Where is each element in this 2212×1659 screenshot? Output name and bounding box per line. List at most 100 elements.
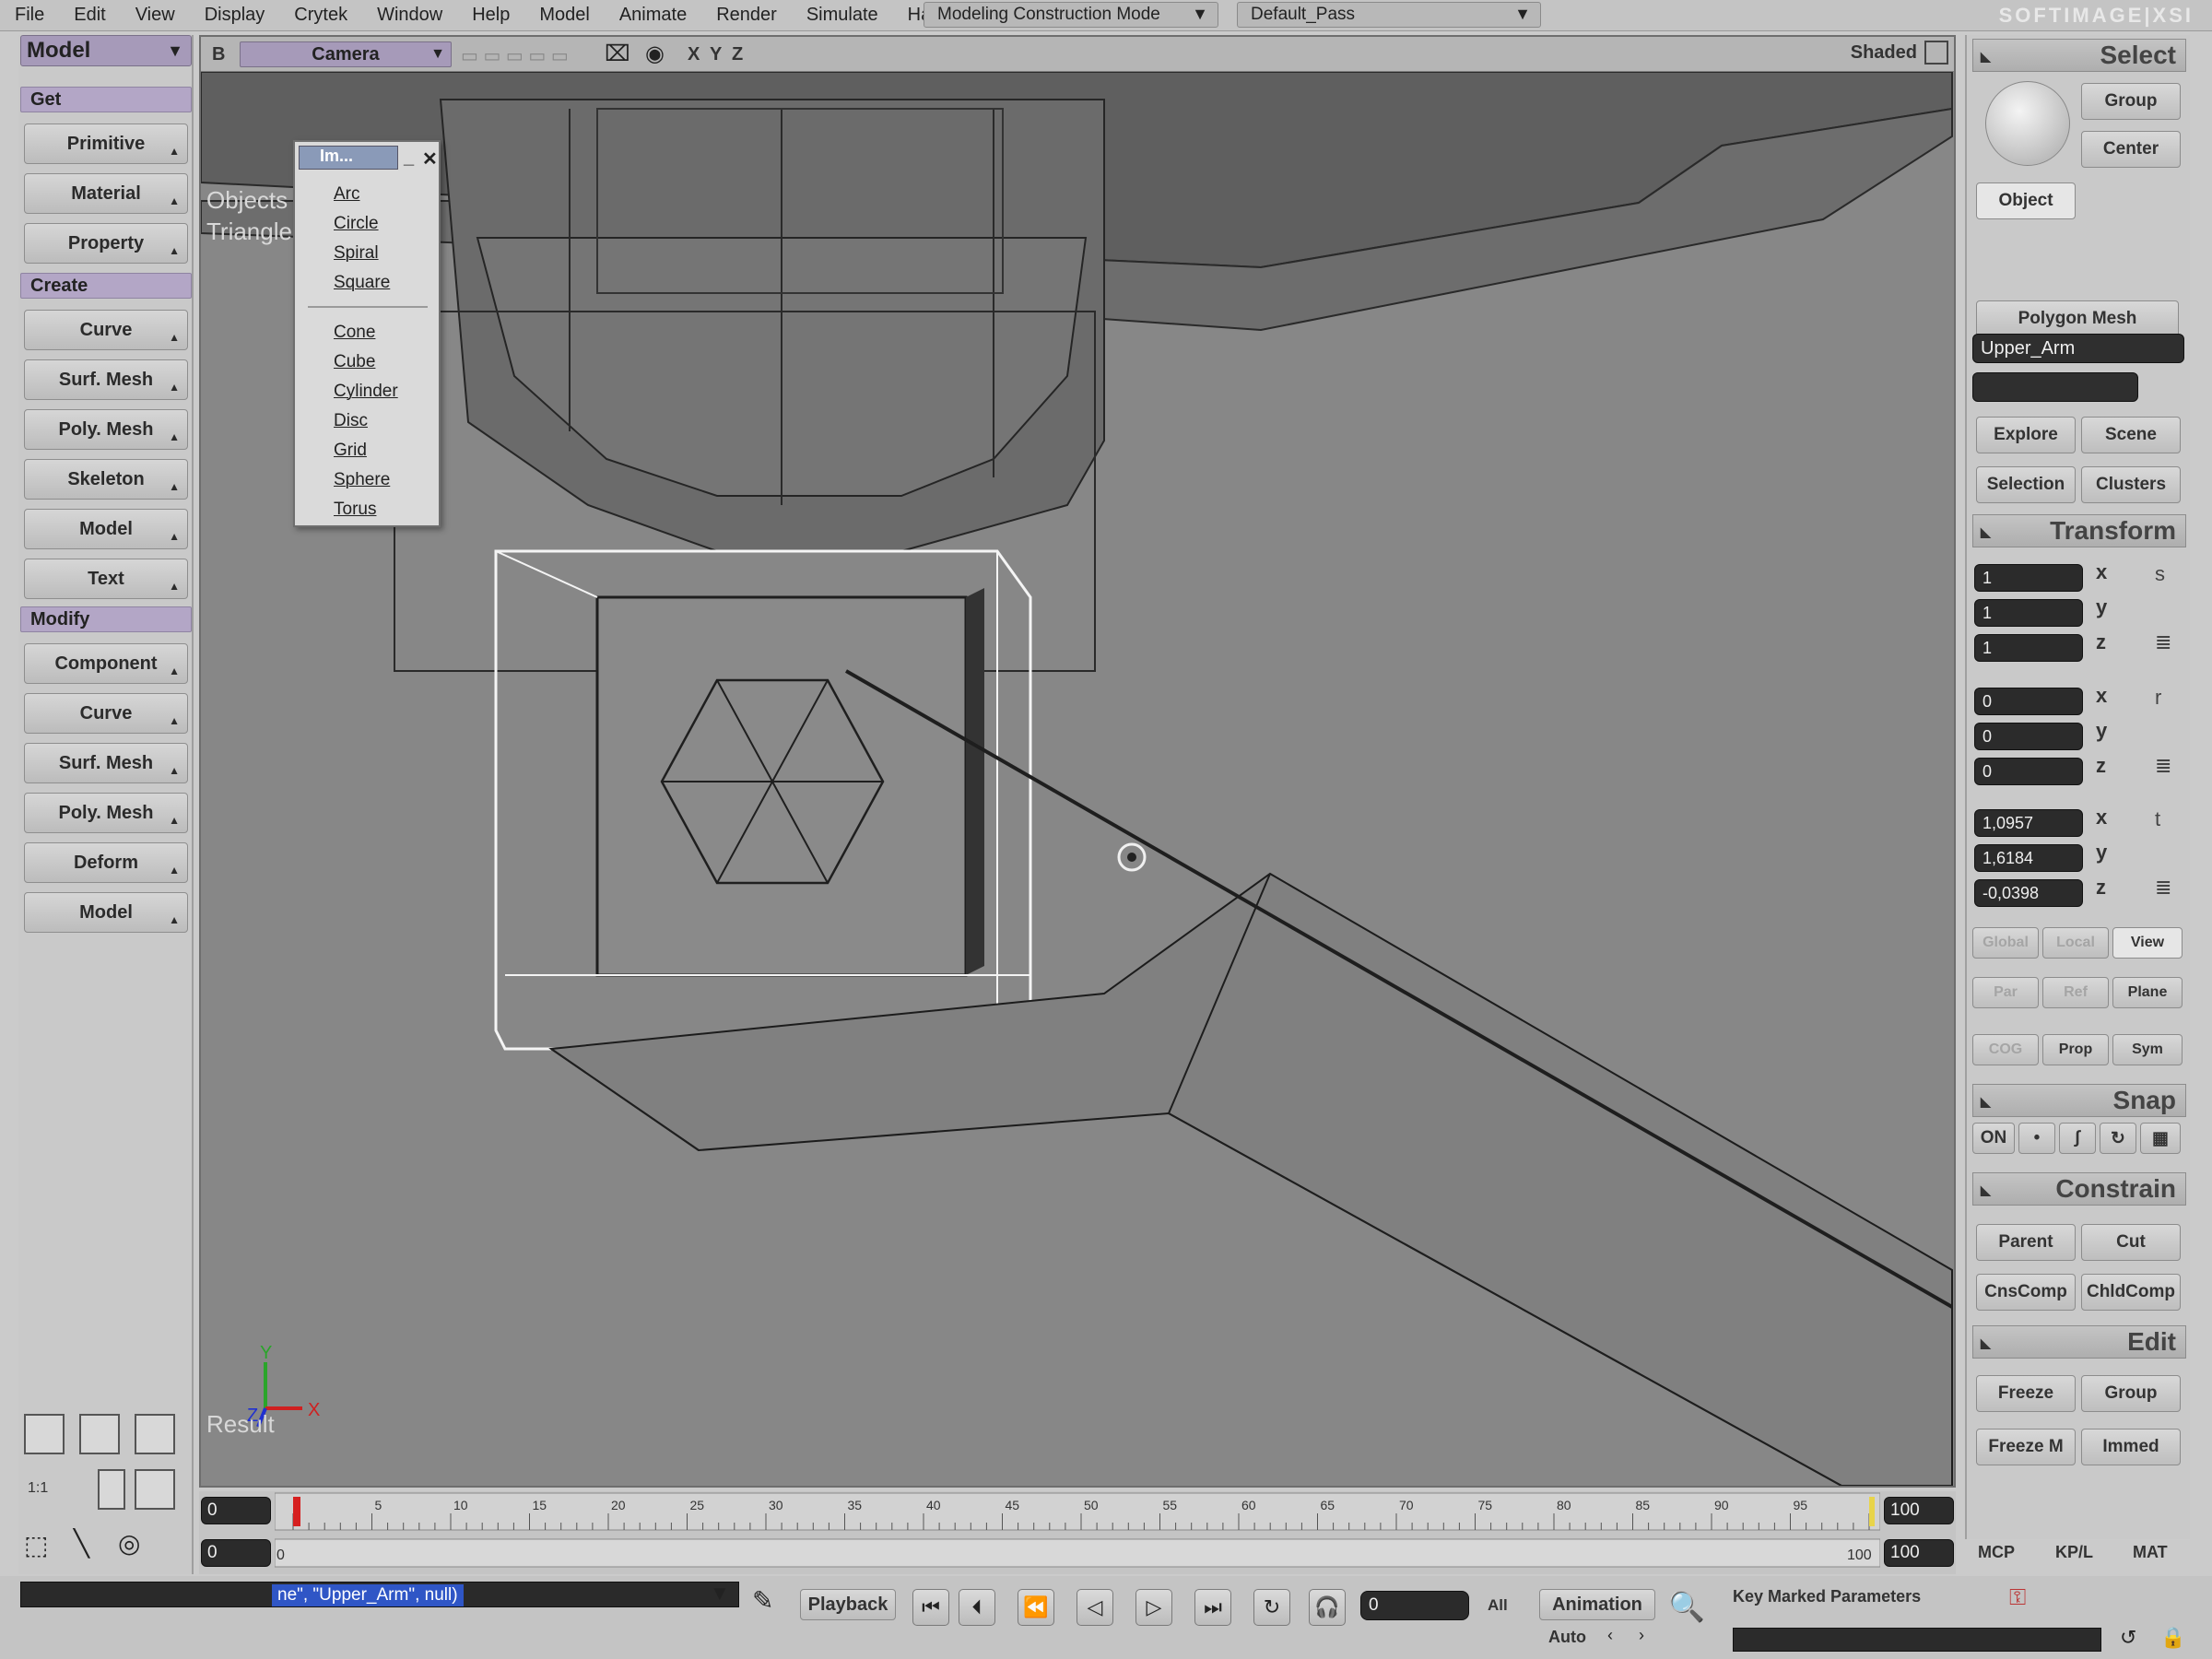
translate-lock-icon[interactable]: ≣ bbox=[2155, 876, 2171, 900]
transform-header[interactable]: ◣ Transform bbox=[1972, 514, 2186, 547]
create-model-button[interactable]: Model ▲ bbox=[24, 509, 188, 549]
menu-help[interactable]: Help bbox=[457, 5, 524, 26]
auto-key-toggle[interactable]: Auto bbox=[1548, 1628, 1586, 1647]
translate-mode-icon[interactable]: t bbox=[2155, 807, 2160, 831]
create-poly-mesh-button[interactable]: Poly. Mesh ▲ bbox=[24, 409, 188, 450]
first-frame-icon[interactable]: ⏮ bbox=[912, 1589, 949, 1626]
layout-corner-icon[interactable] bbox=[135, 1469, 175, 1510]
play-forward-icon[interactable]: ▷ bbox=[1135, 1589, 1172, 1626]
all-toggle[interactable]: All bbox=[1488, 1596, 1508, 1615]
view-history-icons[interactable]: ▭ ▭ ▭ ▭ ▭ bbox=[461, 44, 569, 67]
scale-lock-icon[interactable]: ≣ bbox=[2155, 630, 2171, 654]
maximize-icon[interactable] bbox=[1924, 41, 1948, 65]
material-button[interactable]: Material ▲ bbox=[24, 173, 188, 214]
menu-model[interactable]: Model bbox=[524, 5, 604, 26]
command-history-icon[interactable]: ▼ bbox=[710, 1582, 730, 1606]
popup-item-square[interactable]: Square bbox=[334, 273, 390, 293]
rotate-mode-icon[interactable]: r bbox=[2155, 686, 2161, 710]
modify-curve-button[interactable]: Curve ▲ bbox=[24, 693, 188, 734]
create-skeleton-button[interactable]: Skeleton ▲ bbox=[24, 459, 188, 500]
construction-mode-select[interactable]: Modeling Construction Mode ▼ bbox=[924, 2, 1218, 28]
axis-y-toggle[interactable]: Y bbox=[710, 44, 722, 65]
timeline-end-field[interactable]: 100 bbox=[1884, 1497, 1954, 1524]
sym-button[interactable]: Sym bbox=[2112, 1034, 2183, 1065]
viewport-letter[interactable]: B bbox=[212, 44, 225, 65]
scene-canvas[interactable]: Y Z X bbox=[201, 72, 1954, 1486]
tab-mat[interactable]: MAT bbox=[2133, 1543, 2168, 1562]
camera-icon[interactable]: ⌧ bbox=[605, 41, 630, 67]
ref-par-button[interactable]: Par bbox=[1972, 977, 2039, 1008]
rewind-icon[interactable]: ⏪ bbox=[1018, 1589, 1054, 1626]
translate-z-label[interactable]: z bbox=[2096, 876, 2106, 900]
primitive-button[interactable]: Primitive ▲ bbox=[24, 124, 188, 164]
prev-key-arrow-icon[interactable]: ‹ bbox=[1607, 1626, 1613, 1645]
popup-item-cube[interactable]: Cube bbox=[334, 352, 375, 372]
popup-item-sphere[interactable]: Sphere bbox=[334, 470, 390, 490]
ref-view-button[interactable]: View bbox=[2112, 927, 2183, 959]
parent-button[interactable]: Parent bbox=[1976, 1224, 2076, 1261]
snap-grid-icon[interactable]: ▦ bbox=[2140, 1123, 2181, 1154]
popup-item-torus[interactable]: Torus bbox=[334, 500, 376, 520]
select-header[interactable]: ◣ Select bbox=[1972, 39, 2186, 72]
scale-x-label[interactable]: x bbox=[2096, 560, 2107, 584]
refresh-icon[interactable]: ↺ bbox=[2120, 1626, 2136, 1650]
select-center-button[interactable]: Center bbox=[2081, 131, 2181, 168]
command-line[interactable]: ne", "Upper_Arm", null) bbox=[20, 1582, 739, 1607]
key-search-icon[interactable]: 🔍 bbox=[1668, 1589, 1705, 1624]
tab-mcp[interactable]: MCP bbox=[1978, 1543, 2015, 1562]
last-frame-icon[interactable]: ⏭ bbox=[1194, 1589, 1231, 1626]
time-ruler[interactable]: 5 10 15 20 25 30 35 40 45 50 55 60 65 70 75 80 85 90 95 0 … bbox=[275, 1491, 1880, 1574]
cog-button[interactable]: COG bbox=[1972, 1034, 2039, 1065]
section-modify[interactable]: Modify bbox=[20, 606, 192, 632]
axis-x-toggle[interactable]: X bbox=[688, 44, 700, 65]
section-create[interactable]: Create bbox=[20, 273, 192, 299]
playback-button[interactable]: Playback bbox=[800, 1589, 896, 1620]
key-icon[interactable]: ⚿ bbox=[2009, 1585, 2026, 1611]
create-surf-mesh-button[interactable]: Surf. Mesh ▲ bbox=[24, 359, 188, 400]
popup-item-circle[interactable]: Circle bbox=[334, 214, 379, 234]
translate-x-field[interactable]: 1,0957 bbox=[1974, 809, 2083, 837]
toolbar-mode-select[interactable]: Model ▼ bbox=[20, 35, 192, 66]
tab-kpl[interactable]: KP/L bbox=[2055, 1543, 2093, 1562]
modify-poly-mesh-button[interactable]: Poly. Mesh ▲ bbox=[24, 793, 188, 833]
rotate-lock-icon[interactable]: ≣ bbox=[2155, 754, 2171, 778]
immed-button[interactable]: Immed bbox=[2081, 1429, 2181, 1465]
viewport[interactable]: B Camera ▼ ▭ ▭ ▭ ▭ ▭ ⌧ ◉ X Y Z Shaded Y … bbox=[199, 35, 1956, 1488]
layout-grid-icon[interactable] bbox=[135, 1414, 175, 1454]
selection-button[interactable]: Selection bbox=[1976, 466, 2076, 503]
snap-rotate-icon[interactable]: ↻ bbox=[2100, 1123, 2136, 1154]
edit-header[interactable]: ◣ Edit bbox=[1972, 1325, 2186, 1359]
render-pass-select[interactable]: Default_Pass ▼ bbox=[1237, 2, 1541, 28]
menu-window[interactable]: Window bbox=[362, 5, 457, 26]
rotate-z-label[interactable]: z bbox=[2096, 754, 2106, 778]
menu-view[interactable]: View bbox=[121, 5, 190, 26]
display-mode-select[interactable]: Shaded bbox=[1851, 42, 1917, 64]
modify-deform-button[interactable]: Deform ▲ bbox=[24, 842, 188, 883]
timeline-start-field[interactable]: 0 bbox=[201, 1497, 271, 1524]
close-icon[interactable]: ✕ bbox=[422, 147, 438, 171]
range-start-field[interactable]: 0 bbox=[201, 1539, 271, 1567]
ref-ref-button[interactable]: Ref bbox=[2042, 977, 2109, 1008]
rotate-y-field[interactable]: 0 bbox=[1974, 723, 2083, 750]
cnscomp-button[interactable]: CnsComp bbox=[1976, 1274, 2076, 1311]
popup-item-arc[interactable]: Arc bbox=[334, 184, 360, 205]
key-marked-parameters[interactable]: Key Marked Parameters bbox=[1733, 1587, 1921, 1606]
menu-crytek[interactable]: Crytek bbox=[279, 5, 362, 26]
snap-point-icon[interactable]: • bbox=[2018, 1123, 2055, 1154]
clusters-button[interactable]: Clusters bbox=[2081, 466, 2181, 503]
modify-surf-mesh-button[interactable]: Surf. Mesh ▲ bbox=[24, 743, 188, 783]
scale-y-field[interactable]: 1 bbox=[1974, 599, 2083, 627]
modify-model-button[interactable]: Model ▲ bbox=[24, 892, 188, 933]
object-filter-field[interactable] bbox=[1972, 372, 2138, 402]
ref-plane-button[interactable]: Plane bbox=[2112, 977, 2183, 1008]
brush-tool-icon[interactable]: ╲ bbox=[74, 1528, 89, 1559]
sphere-tool-icon[interactable]: ◎ bbox=[118, 1528, 140, 1559]
select-arrow-icon[interactable] bbox=[1985, 81, 2070, 166]
constrain-header[interactable]: ◣ Constrain bbox=[1972, 1172, 2186, 1206]
scene-button[interactable]: Scene bbox=[2081, 417, 2181, 453]
audio-icon[interactable]: 🎧 bbox=[1309, 1589, 1346, 1626]
snap-on-button[interactable]: ON bbox=[1972, 1123, 2015, 1154]
select-group-button[interactable]: Group bbox=[2081, 83, 2181, 120]
current-frame-field[interactable]: 0 bbox=[1360, 1591, 1469, 1620]
explore-button[interactable]: Explore bbox=[1976, 417, 2076, 453]
